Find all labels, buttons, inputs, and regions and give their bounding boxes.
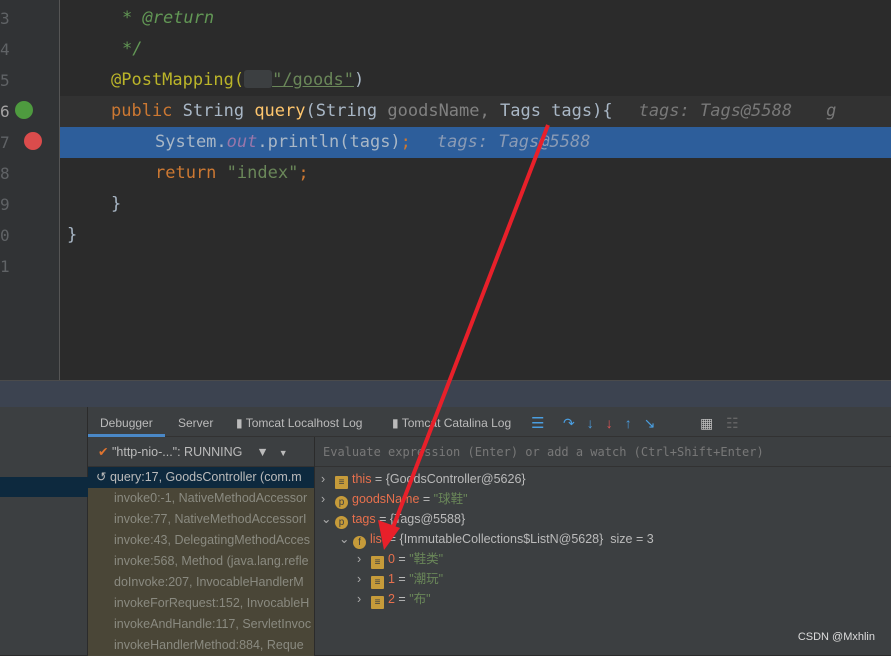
annotation-arrow xyxy=(378,124,550,550)
arrow-head xyxy=(378,520,400,550)
arrow-shaft xyxy=(390,124,550,531)
watermark: CSDN @Mxhlin xyxy=(797,631,875,643)
